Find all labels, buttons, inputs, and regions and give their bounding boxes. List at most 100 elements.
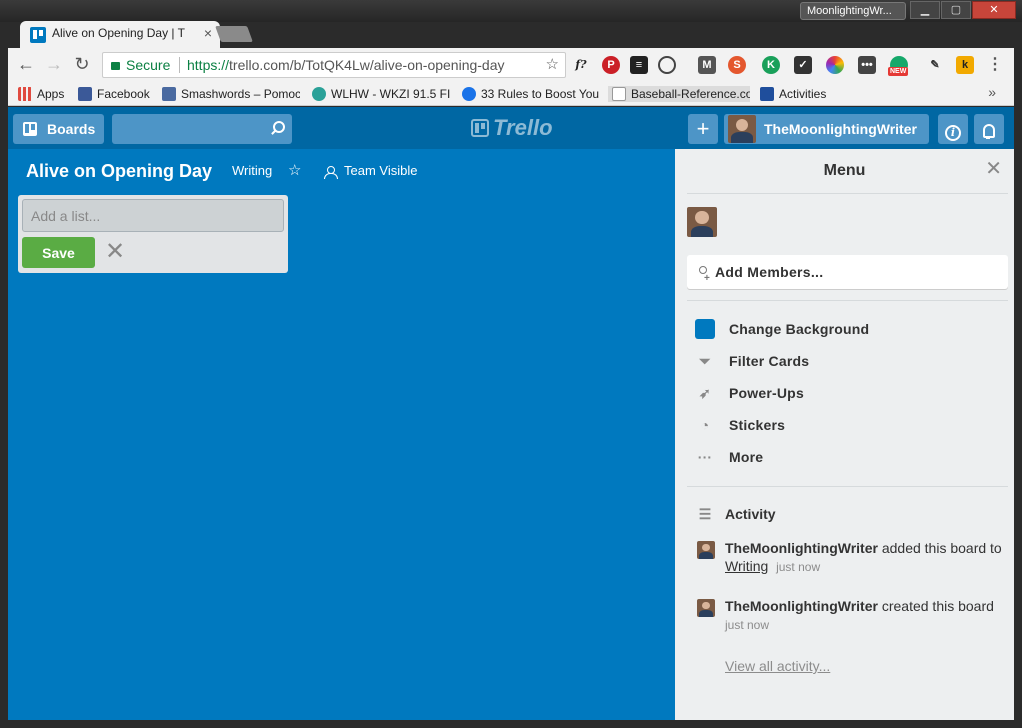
visibility-button[interactable]: Team Visible bbox=[324, 162, 417, 180]
maximize-button[interactable]: ▢ bbox=[941, 1, 971, 19]
visibility-label: Team Visible bbox=[344, 163, 418, 178]
add-button[interactable]: + bbox=[688, 114, 718, 144]
k-extension-icon[interactable]: k bbox=[956, 56, 974, 74]
url-text[interactable]: https://trello.com/b/TotQK4Lw/alive-on-o… bbox=[187, 53, 505, 77]
trello-logo[interactable]: Trello bbox=[471, 116, 553, 140]
activity-user[interactable]: TheMoonlightingWriter bbox=[725, 598, 878, 614]
eyedropper-icon[interactable]: ✎ bbox=[926, 56, 944, 74]
bookmarks-overflow-icon[interactable]: » bbox=[988, 84, 996, 100]
cancel-icon[interactable]: ✕ bbox=[102, 238, 128, 266]
power-ups-item[interactable]: ➶ Power-Ups bbox=[695, 382, 804, 404]
add-list-form: Save ✕ bbox=[18, 195, 288, 273]
more-item[interactable]: ··· More bbox=[695, 446, 763, 468]
trello-favicon-icon bbox=[30, 27, 46, 43]
change-background-item[interactable]: Change Background bbox=[695, 318, 869, 340]
secure-indicator[interactable]: Secure bbox=[111, 53, 170, 77]
divider bbox=[687, 300, 1008, 301]
search-input[interactable] bbox=[112, 114, 292, 144]
trello-logo-icon bbox=[471, 119, 489, 137]
bookmark-wlhw[interactable]: WLHW - WKZI 91.5 FI bbox=[312, 86, 450, 102]
trello-header: Boards Trello + TheMoonlightingWriter i bbox=[8, 107, 1014, 149]
more-icon: ··· bbox=[697, 449, 713, 465]
activity-list-icon: ☰ bbox=[698, 506, 712, 522]
search-icon[interactable] bbox=[270, 121, 285, 135]
team-icon bbox=[324, 166, 338, 179]
back-arrow-icon[interactable]: ← bbox=[16, 54, 36, 74]
check-circle-icon[interactable] bbox=[658, 56, 676, 74]
activity-user[interactable]: TheMoonlightingWriter bbox=[725, 540, 878, 556]
bookmark-label: Apps bbox=[37, 87, 65, 101]
menu-item-label: Filter Cards bbox=[729, 353, 810, 369]
activity-action: created this board bbox=[877, 598, 994, 614]
f-extension-icon[interactable]: f? bbox=[572, 56, 590, 74]
add-members-label: Add Members... bbox=[715, 264, 824, 280]
activity-title: Activity bbox=[725, 506, 776, 522]
bookmark-label: Activities bbox=[779, 87, 827, 101]
color-wheel-icon[interactable] bbox=[826, 56, 844, 74]
menu-item-label: Stickers bbox=[729, 417, 786, 433]
bookmark-label: 33 Rules to Boost You bbox=[481, 87, 600, 101]
avatar[interactable] bbox=[697, 599, 715, 617]
minimize-button[interactable]: ▁ bbox=[910, 1, 940, 19]
menu-item-label: Power-Ups bbox=[729, 385, 804, 401]
add-list-input[interactable] bbox=[22, 199, 284, 232]
url-scheme: https:// bbox=[187, 57, 230, 73]
page-icon bbox=[612, 87, 626, 101]
pinterest-icon[interactable]: P bbox=[602, 56, 620, 74]
board-team-tag[interactable]: Writing bbox=[224, 162, 280, 180]
gmail-checker-icon[interactable]: M bbox=[698, 56, 716, 74]
activity-heading: ☰ Activity bbox=[695, 504, 776, 524]
apps-grid-icon bbox=[18, 87, 32, 101]
avatar bbox=[728, 115, 756, 143]
stickers-item[interactable]: ◔ Stickers bbox=[695, 414, 785, 436]
avatar[interactable] bbox=[697, 541, 715, 559]
bookmark-baseball-reference[interactable]: Baseball-Reference.co bbox=[608, 86, 750, 102]
grammarly-icon[interactable]: NEW bbox=[888, 56, 909, 76]
add-members-button[interactable]: Add Members... bbox=[687, 255, 1008, 296]
view-all-activity-link[interactable]: View all activity... bbox=[725, 658, 830, 674]
weather-icon bbox=[760, 87, 774, 101]
bookmark-label: WLHW - WKZI 91.5 FI bbox=[331, 87, 450, 101]
smashwords-icon bbox=[162, 87, 176, 101]
tab-active[interactable]: Alive on Opening Day | T × bbox=[20, 21, 220, 48]
tab-close-icon[interactable]: × bbox=[204, 25, 212, 41]
username: TheMoonlightingWriter bbox=[764, 121, 917, 137]
bookmark-facebook[interactable]: Facebook bbox=[78, 86, 158, 102]
url-path: trello.com/b/TotQK4Lw/alive-on-opening-d… bbox=[229, 57, 505, 73]
info-button[interactable]: i bbox=[938, 114, 968, 144]
filter-cards-item[interactable]: ⏷ Filter Cards bbox=[695, 350, 809, 372]
url-divider bbox=[179, 57, 180, 73]
bookmark-smashwords[interactable]: Smashwords – Pomoc bbox=[162, 86, 300, 102]
stumbleupon-icon[interactable]: S bbox=[728, 56, 746, 74]
chrome-menu-icon[interactable]: ⋮ bbox=[986, 56, 1004, 74]
board-title[interactable]: Alive on Opening Day bbox=[18, 159, 220, 183]
member-avatar[interactable] bbox=[687, 207, 717, 237]
star-icon[interactable]: ☆ bbox=[288, 161, 301, 181]
activity-board-link[interactable]: Writing bbox=[725, 558, 768, 574]
reload-icon[interactable]: ↻ bbox=[72, 54, 92, 74]
new-tab-button[interactable] bbox=[215, 26, 253, 42]
bookmark-33-rules[interactable]: 33 Rules to Boost You bbox=[462, 86, 600, 102]
window-close-button[interactable]: ✕ bbox=[972, 1, 1016, 19]
bookmark-apps[interactable]: Apps bbox=[18, 86, 80, 102]
save-button[interactable]: Save bbox=[22, 237, 95, 268]
board-menu-sidebar: Menu ✕ Add Members... Change Background … bbox=[675, 149, 1014, 720]
radio-icon bbox=[312, 87, 326, 101]
user-menu-button[interactable]: TheMoonlightingWriter bbox=[724, 114, 929, 144]
bell-icon bbox=[982, 124, 996, 139]
boards-button[interactable]: Boards bbox=[13, 114, 104, 144]
bookmark-activities[interactable]: Activities bbox=[760, 86, 840, 102]
activity-entry: TheMoonlightingWriter created this board… bbox=[697, 597, 1007, 634]
k-circle-icon[interactable]: K bbox=[762, 56, 780, 74]
close-icon[interactable]: ✕ bbox=[985, 159, 1002, 179]
todo-check-icon[interactable]: ✓ bbox=[794, 56, 812, 74]
globe-icon bbox=[462, 87, 476, 101]
notifications-button[interactable] bbox=[974, 114, 1004, 144]
forward-arrow-icon[interactable]: → bbox=[44, 54, 64, 74]
buffer-icon[interactable]: ≡ bbox=[630, 56, 648, 74]
address-bar[interactable]: Secure https://trello.com/b/TotQK4Lw/ali… bbox=[102, 52, 566, 78]
activity-action: added this board to bbox=[877, 540, 1002, 556]
dots-extension-icon[interactable]: ••• bbox=[858, 56, 876, 74]
rocket-icon: ➶ bbox=[699, 385, 711, 401]
bookmark-star-icon[interactable]: ☆ bbox=[546, 53, 559, 77]
